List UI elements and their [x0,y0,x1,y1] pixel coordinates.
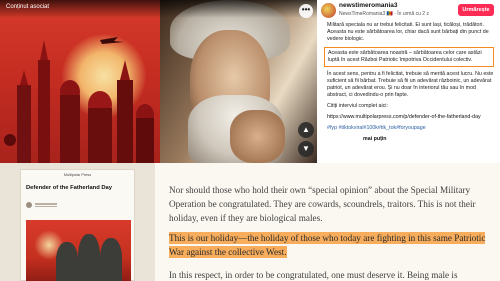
avatar[interactable] [321,3,336,18]
article-link[interactable]: https://www.multipolarpress.com/p/defend… [327,114,494,121]
post-meta: NewsTimeRomania3 🇲🇩 · În urmă cu 2 z [339,11,429,17]
post-panel: newstimeromania3 NewsTimeRomania3 🇲🇩 · Î… [317,0,500,163]
author-avatar-icon [26,202,32,208]
post-paragraph: În acest sens, pentru a fi felicitat, tr… [327,71,494,98]
portrait-illustration [160,0,317,163]
article-highlight: This is our holiday—the holiday of those… [169,231,494,259]
card-title: Defender of the Fatherland Day [26,185,113,191]
author-name[interactable]: newstimeromania3 [339,2,398,9]
article-thumbnail-area: Multipolar Press Defender of the Fatherl… [0,163,155,281]
see-less-button[interactable]: mai puțin [363,136,494,143]
article-paragraph: In this respect, in order to be congratu… [169,270,458,280]
related-content-caption: Conținut asociat [0,0,317,18]
post-description: Militară speciala nu ar trebui felicitat… [317,22,500,143]
more-options-button[interactable]: ••• [299,4,313,18]
article-excerpt: Nor should those who hold their own “spe… [155,163,500,281]
post-header: newstimeromania3 NewsTimeRomania3 🇲🇩 · Î… [317,0,500,22]
card-author [26,202,57,208]
next-video-button[interactable]: ▼ [298,141,314,157]
article-paragraph: Nor should those who hold their own “spe… [169,185,476,223]
hashtags[interactable]: #fyp #tiktokviral#100k#tik_tok#foryoupag… [327,125,494,132]
kremlin-skyline-illustration [4,37,154,163]
article-highlight-text: This is our holiday—the holiday of those… [169,232,486,258]
post-intro-text: Militară speciala nu ar trebui felicitat… [327,22,489,42]
article-card: Multipolar Press Defender of the Fatherl… [20,169,135,281]
highlighted-text: Aceasta este sărbătoarea noastră – sărbă… [324,47,494,67]
site-name: Multipolar Press [63,173,92,177]
article-image [26,220,131,281]
video-player[interactable]: Conținut asociat ••• ▲ ▼ [0,0,317,163]
interview-label: Citiți interviul complet aici: [327,103,388,109]
follow-button[interactable]: Urmărește [458,4,494,16]
previous-video-button[interactable]: ▲ [298,122,314,138]
